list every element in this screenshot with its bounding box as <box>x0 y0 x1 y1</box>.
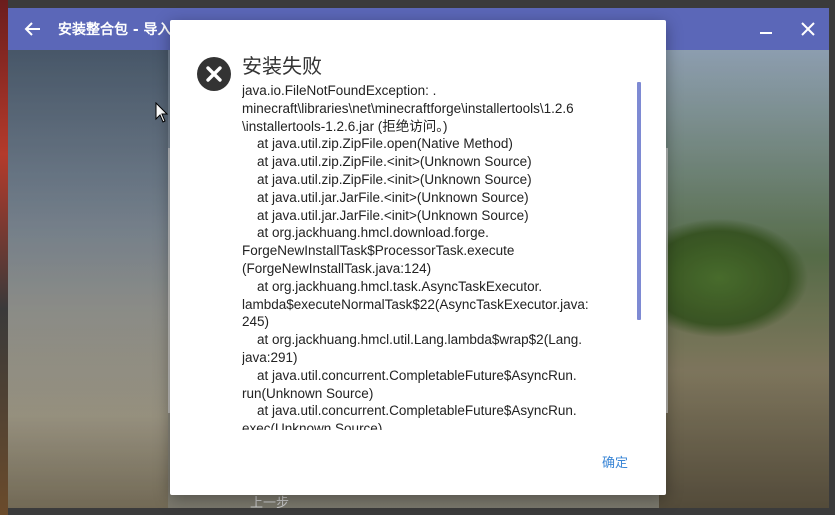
scrollbar-thumb[interactable] <box>637 82 641 320</box>
window-title: 安装整合包 - 导入 <box>58 22 172 38</box>
desktop-edge <box>0 0 8 515</box>
dialog-title: 安装失败 <box>242 54 322 78</box>
close-icon <box>801 22 815 36</box>
error-message-area[interactable]: java.io.FileNotFoundException: . minecra… <box>242 82 640 430</box>
back-button[interactable] <box>12 8 54 50</box>
close-button[interactable] <box>787 8 829 50</box>
error-dialog: 安装失败 java.io.FileNotFoundException: . mi… <box>170 20 666 495</box>
arrow-left-icon <box>24 22 40 36</box>
mouse-cursor-icon <box>155 102 169 123</box>
minimize-button[interactable] <box>745 8 787 50</box>
minimize-icon <box>760 32 772 34</box>
error-circle-icon <box>197 57 231 91</box>
confirm-button[interactable]: 确定 <box>593 448 637 474</box>
error-stacktrace: java.io.FileNotFoundException: . minecra… <box>242 83 589 430</box>
window-controls <box>745 8 829 50</box>
